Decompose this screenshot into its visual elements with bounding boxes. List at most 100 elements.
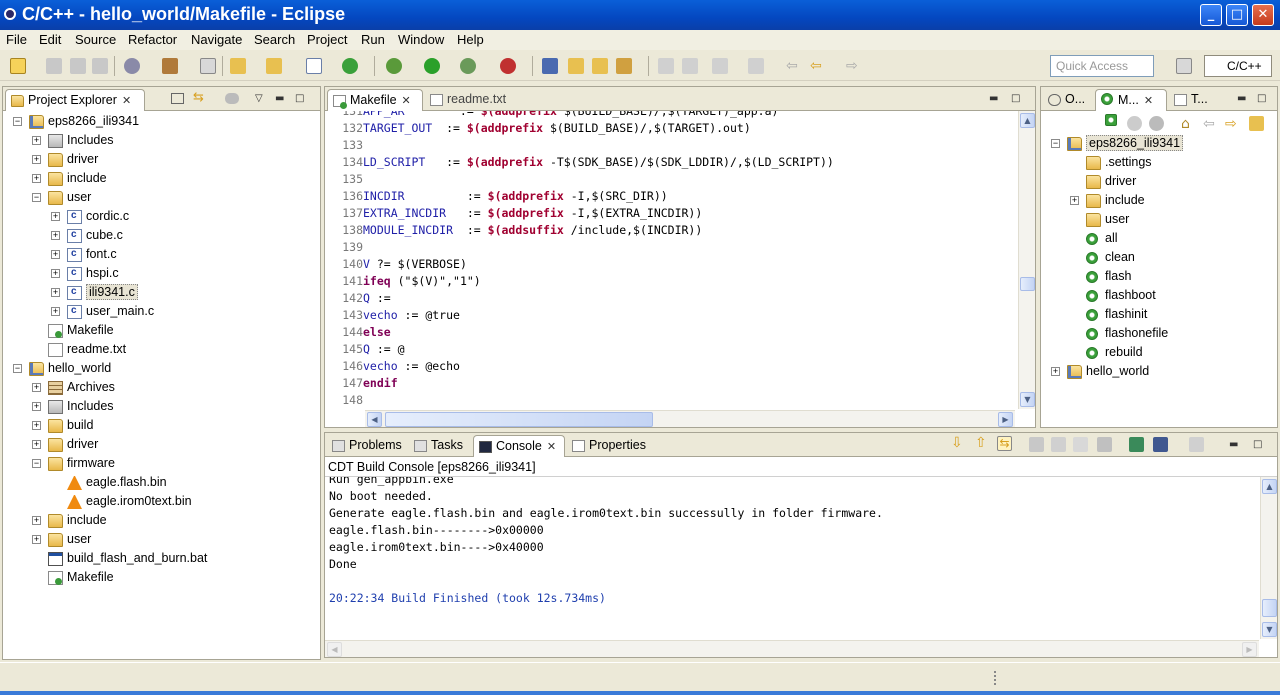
pin-icon[interactable] [1129, 437, 1144, 452]
expand-toggle-icon[interactable]: + [32, 174, 41, 183]
debug-icon[interactable] [386, 58, 402, 74]
code-area[interactable]: 131APP_AR := $(addprefix $(BUILD_BASE)/,… [325, 111, 1015, 409]
expand-toggle-icon[interactable]: + [51, 307, 60, 316]
open-perspective-icon[interactable] [1176, 58, 1192, 74]
tree-item[interactable]: + include [1041, 192, 1277, 211]
save-icon[interactable] [46, 58, 62, 74]
expand-toggle-icon[interactable]: − [32, 459, 41, 468]
console-vscroll[interactable]: ▲ ▼ [1260, 477, 1277, 639]
remove-launch-icon[interactable] [1097, 437, 1112, 452]
minimize-icon[interactable]: ▬ [275, 93, 284, 104]
view-menu-icon[interactable]: ▽ [255, 93, 263, 104]
new-project-icon[interactable] [230, 58, 246, 74]
collapse-all-icon[interactable] [171, 93, 184, 104]
tree-item[interactable]: + user_main.c [3, 303, 319, 322]
tree-item[interactable]: + hspi.c [3, 265, 319, 284]
minimize-icon[interactable]: ▬ [1229, 439, 1238, 450]
edit-target-icon[interactable] [1149, 116, 1164, 131]
quick-access-input[interactable]: Quick Access [1050, 55, 1154, 77]
close-icon[interactable]: ✕ [547, 441, 556, 453]
open-resource-icon[interactable] [592, 58, 608, 74]
tree-item[interactable]: Makefile [3, 569, 319, 588]
print-icon[interactable] [92, 58, 108, 74]
back-icon[interactable]: ⇦ [810, 58, 826, 74]
toggle-mark-icon[interactable] [658, 58, 674, 74]
tree-item[interactable]: + Includes [3, 132, 319, 151]
next-annotation-icon[interactable] [712, 58, 728, 74]
refresh-icon[interactable] [342, 58, 358, 74]
save-all-icon[interactable] [70, 58, 86, 74]
tree-item[interactable]: user [1041, 211, 1277, 230]
tree-item[interactable]: + driver [3, 436, 319, 455]
tree-item[interactable]: + font.c [3, 246, 319, 265]
tab-tasks[interactable]: Tasks [409, 435, 471, 457]
tree-item[interactable]: flashboot [1041, 287, 1277, 306]
tree-item[interactable]: flashinit [1041, 306, 1277, 325]
tree-item[interactable]: all [1041, 230, 1277, 249]
clear-console-icon[interactable] [1029, 437, 1044, 452]
close-icon[interactable]: ✕ [402, 95, 411, 107]
tree-item[interactable]: + include [3, 512, 319, 531]
forward-icon[interactable]: ⇨ [1225, 116, 1240, 132]
tree-item[interactable]: + user [3, 531, 319, 550]
hscroll-thumb[interactable] [385, 412, 653, 427]
tree-item[interactable]: + cube.c [3, 227, 319, 246]
expand-toggle-icon[interactable]: + [32, 440, 41, 449]
pin-console-icon[interactable] [1051, 437, 1066, 452]
tree-item[interactable]: eagle.irom0text.bin [3, 493, 319, 512]
tree-item[interactable]: − eps8266_ili9341 [3, 113, 319, 132]
tree-item[interactable]: flashonefile [1041, 325, 1277, 344]
tree-item[interactable]: − hello_world [3, 360, 319, 379]
filter-icon[interactable] [225, 93, 239, 104]
menu-file[interactable]: File [6, 32, 27, 47]
new-target-icon[interactable] [1105, 114, 1117, 126]
menu-refactor[interactable]: Refactor [128, 32, 177, 47]
tree-item[interactable]: + build [3, 417, 319, 436]
expand-toggle-icon[interactable]: + [32, 535, 41, 544]
menu-window[interactable]: Window [398, 32, 444, 47]
menu-source[interactable]: Source [75, 32, 116, 47]
tree-item[interactable]: + driver [3, 151, 319, 170]
tree-item[interactable]: readme.txt [3, 341, 319, 360]
expand-toggle-icon[interactable]: + [32, 155, 41, 164]
expand-toggle-icon[interactable]: − [32, 193, 41, 202]
close-icon[interactable]: ✕ [122, 95, 131, 107]
expand-toggle-icon[interactable]: − [13, 364, 22, 373]
expand-toggle-icon[interactable]: + [32, 383, 41, 392]
tab-properties[interactable]: Properties [567, 435, 657, 457]
pen-icon[interactable] [616, 58, 632, 74]
expand-toggle-icon[interactable]: + [32, 516, 41, 525]
scroll-up-icon[interactable]: ⇧ [975, 435, 990, 451]
scroll-left-button[interactable]: ◀ [327, 642, 342, 657]
tree-item[interactable]: flash [1041, 268, 1277, 287]
build-config-icon[interactable] [200, 58, 216, 74]
display-console-icon[interactable] [1153, 437, 1168, 452]
editor-hscroll[interactable]: ◀ ▶ [365, 410, 1015, 427]
tab-console[interactable]: Console ✕ [473, 435, 565, 457]
expand-toggle-icon[interactable]: + [32, 136, 41, 145]
toggle-block-icon[interactable] [682, 58, 698, 74]
expand-toggle-icon[interactable]: + [51, 269, 60, 278]
search-icon[interactable] [542, 58, 558, 74]
scroll-down-icon[interactable]: ⇩ [951, 435, 966, 451]
expand-toggle-icon[interactable]: + [32, 402, 41, 411]
maximize-icon[interactable]: □ [1011, 93, 1020, 104]
maximize-button[interactable]: □ [1226, 4, 1248, 26]
tab-outline[interactable]: O... [1043, 89, 1093, 111]
tab-makefile[interactable]: Makefile ✕ [327, 89, 423, 111]
minimize-icon[interactable]: ▬ [1237, 93, 1246, 104]
tree-item[interactable]: clean [1041, 249, 1277, 268]
tab-readme[interactable]: readme.txt [425, 89, 525, 111]
home-icon[interactable]: ⌂ [1181, 116, 1196, 132]
scroll-up-button[interactable]: ▲ [1262, 479, 1277, 494]
scroll-up-button[interactable]: ▲ [1020, 113, 1035, 128]
expand-toggle-icon[interactable]: + [51, 212, 60, 221]
gear-icon[interactable] [124, 58, 140, 74]
tree-item[interactable]: eagle.flash.bin [3, 474, 319, 493]
scroll-left-button[interactable]: ◀ [367, 412, 382, 427]
editor-vscroll[interactable]: ▲ ▼ [1018, 111, 1035, 409]
run-icon[interactable] [424, 58, 440, 74]
tree-item[interactable]: build_flash_and_burn.bat [3, 550, 319, 569]
tree-item[interactable]: .settings [1041, 154, 1277, 173]
expand-toggle-icon[interactable]: + [1051, 367, 1060, 376]
